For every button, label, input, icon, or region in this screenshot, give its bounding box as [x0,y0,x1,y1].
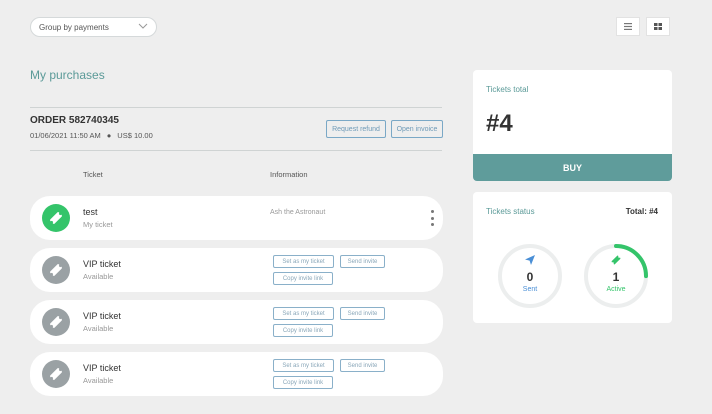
column-header-information: Information [270,170,308,179]
sent-count: 0 [526,270,534,284]
active-count: 1 [612,270,620,284]
separator-dot: ● [106,131,112,140]
paper-plane-icon [497,255,563,267]
ticket-icon [42,256,70,284]
ticket-icon [42,204,70,232]
ticket-icon [42,308,70,336]
more-options-icon[interactable] [428,210,436,226]
order-title: ORDER 582740345 [30,115,119,126]
send-invite-button[interactable]: Send invite [340,307,385,320]
request-refund-button[interactable]: Request refund [326,120,386,138]
ticket-row: VIP ticket Available Set as my ticket Se… [30,300,443,344]
ticket-name: VIP ticket [83,363,121,373]
list-view-button[interactable] [616,17,640,36]
copy-invite-link-button[interactable]: Copy invite link [273,376,333,389]
ticket-status: Available [83,324,114,333]
ticket-icon [42,360,70,388]
copy-invite-link-button[interactable]: Copy invite link [273,272,333,285]
divider [30,107,442,108]
tickets-status-label: Tickets status [486,207,535,216]
set-as-my-ticket-button[interactable]: Set as my ticket [273,307,334,320]
ticket-status: Available [83,376,114,385]
group-by-value: Group by payments [39,22,109,32]
ticket-status: Available [83,272,114,281]
ticket-name: test [83,207,98,217]
chevron-down-icon [138,23,148,29]
tickets-total-value: #4 [486,110,513,137]
buy-button[interactable]: BUY [473,154,672,181]
ticket-name: VIP ticket [83,259,121,269]
grid-view-button[interactable] [646,17,670,36]
ticket-status: My ticket [83,220,113,229]
ticket-owner: Ash the Astronaut [270,209,326,216]
tickets-total-card: Tickets total #4 [473,70,672,154]
group-by-select[interactable]: Group by payments [30,17,157,37]
ticket-name: VIP ticket [83,311,121,321]
ticket-row: VIP ticket Available Set as my ticket Se… [30,248,443,292]
send-invite-button[interactable]: Send invite [340,359,385,372]
order-meta: 01/06/2021 11:50 AM ● US$ 10.00 [30,131,153,140]
send-invite-button[interactable]: Send invite [340,255,385,268]
order-amount: US$ 10.00 [117,131,153,140]
ticket-row: test My ticket Ash the Astronaut [30,196,443,240]
divider [30,150,442,151]
column-header-ticket: Ticket [83,170,103,179]
sent-gauge: 0 Sent [497,243,563,309]
copy-invite-link-button[interactable]: Copy invite link [273,324,333,337]
order-date: 01/06/2021 11:50 AM [30,131,101,140]
tickets-status-card: Tickets status Total: #4 0 Sent 1 Active [473,192,672,323]
grid-icon [654,23,662,30]
ticket-icon [583,255,649,267]
page-title: My purchases [30,68,105,82]
set-as-my-ticket-button[interactable]: Set as my ticket [273,255,334,268]
set-as-my-ticket-button[interactable]: Set as my ticket [273,359,334,372]
tickets-status-total: Total: #4 [625,207,658,216]
tickets-total-label: Tickets total [486,85,529,94]
sent-label: Sent [522,286,538,293]
open-invoice-button[interactable]: Open invoice [391,120,443,138]
ticket-row: VIP ticket Available Set as my ticket Se… [30,352,443,396]
list-icon [624,23,632,30]
active-label: Active [606,286,626,293]
active-gauge: 1 Active [583,243,649,309]
